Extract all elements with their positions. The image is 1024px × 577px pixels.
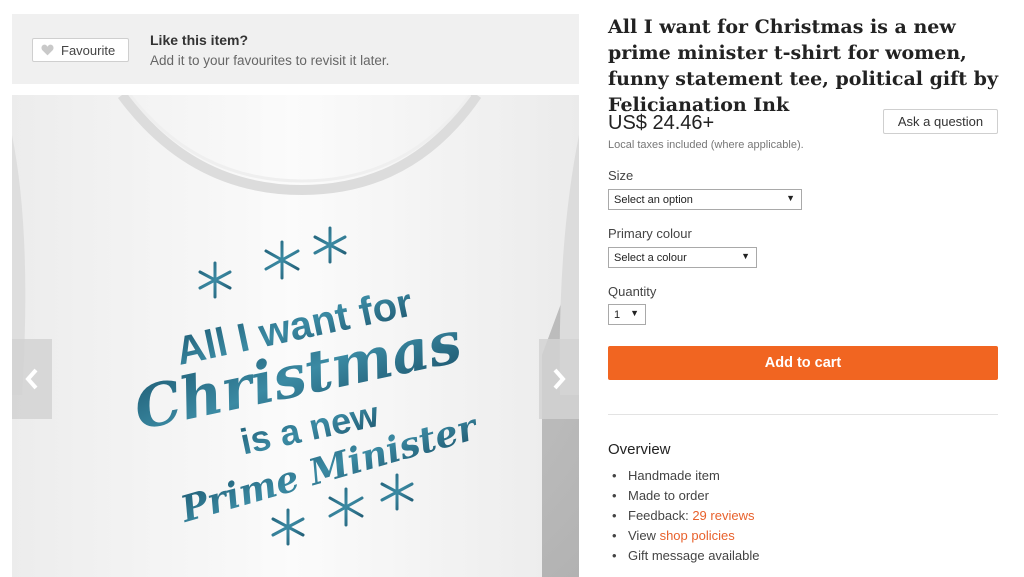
colour-select-value: Select a colour	[614, 251, 687, 264]
favourite-subtitle: Add it to your favourites to revisit it …	[150, 53, 390, 68]
product-title: All I want for Christmas is a new prime …	[608, 16, 998, 116]
caret-down-icon: ▼	[741, 251, 750, 261]
favourite-title: Like this item?	[150, 32, 249, 48]
list-item: • View shop policies	[612, 528, 735, 543]
tax-note: Local taxes included (where applicable).	[608, 139, 804, 151]
list-item: • Gift message available	[612, 548, 760, 563]
list-item: • Feedback: 29 reviews	[612, 508, 755, 523]
image-next-button[interactable]	[539, 339, 579, 419]
colour-label: Primary colour	[608, 226, 692, 241]
list-item: • Handmade item	[612, 468, 720, 483]
overview-list: • Handmade item • Made to order • Feedback:…	[612, 466, 760, 566]
reviews-link[interactable]: 29 reviews	[692, 508, 754, 523]
size-label: Size	[608, 168, 634, 183]
product-image-viewer: All I want for Christmas is a new Prime …	[12, 95, 579, 577]
heart-icon	[41, 44, 54, 56]
quantity-select-value: 1	[614, 308, 621, 321]
add-to-cart-button[interactable]: Add to cart	[608, 346, 998, 380]
size-select[interactable]: Select an option ▼	[608, 189, 802, 210]
chevron-left-icon	[25, 368, 38, 390]
ask-question-button[interactable]: Ask a question	[883, 109, 998, 134]
favourite-bar: Favourite Like this item? Add it to your…	[12, 14, 579, 84]
favourite-button[interactable]: Favourite	[32, 38, 129, 62]
overview-title: Overview	[608, 441, 671, 458]
image-prev-button[interactable]	[12, 339, 52, 419]
quantity-label: Quantity	[608, 284, 657, 299]
caret-down-icon: ▼	[630, 308, 639, 318]
size-select-value: Select an option	[614, 193, 693, 206]
caret-down-icon: ▼	[786, 193, 795, 203]
shop-policies-link[interactable]: shop policies	[660, 528, 735, 543]
colour-select[interactable]: Select a colour ▼	[608, 247, 757, 268]
list-item: • Made to order	[612, 488, 709, 503]
product-price: US$ 24.46+	[608, 112, 715, 134]
product-image: All I want for Christmas is a new Prime …	[12, 95, 579, 577]
divider	[608, 414, 998, 415]
quantity-select[interactable]: 1 ▼	[608, 304, 646, 325]
favourite-button-label: Favourite	[61, 42, 116, 58]
chevron-right-icon	[553, 368, 566, 390]
